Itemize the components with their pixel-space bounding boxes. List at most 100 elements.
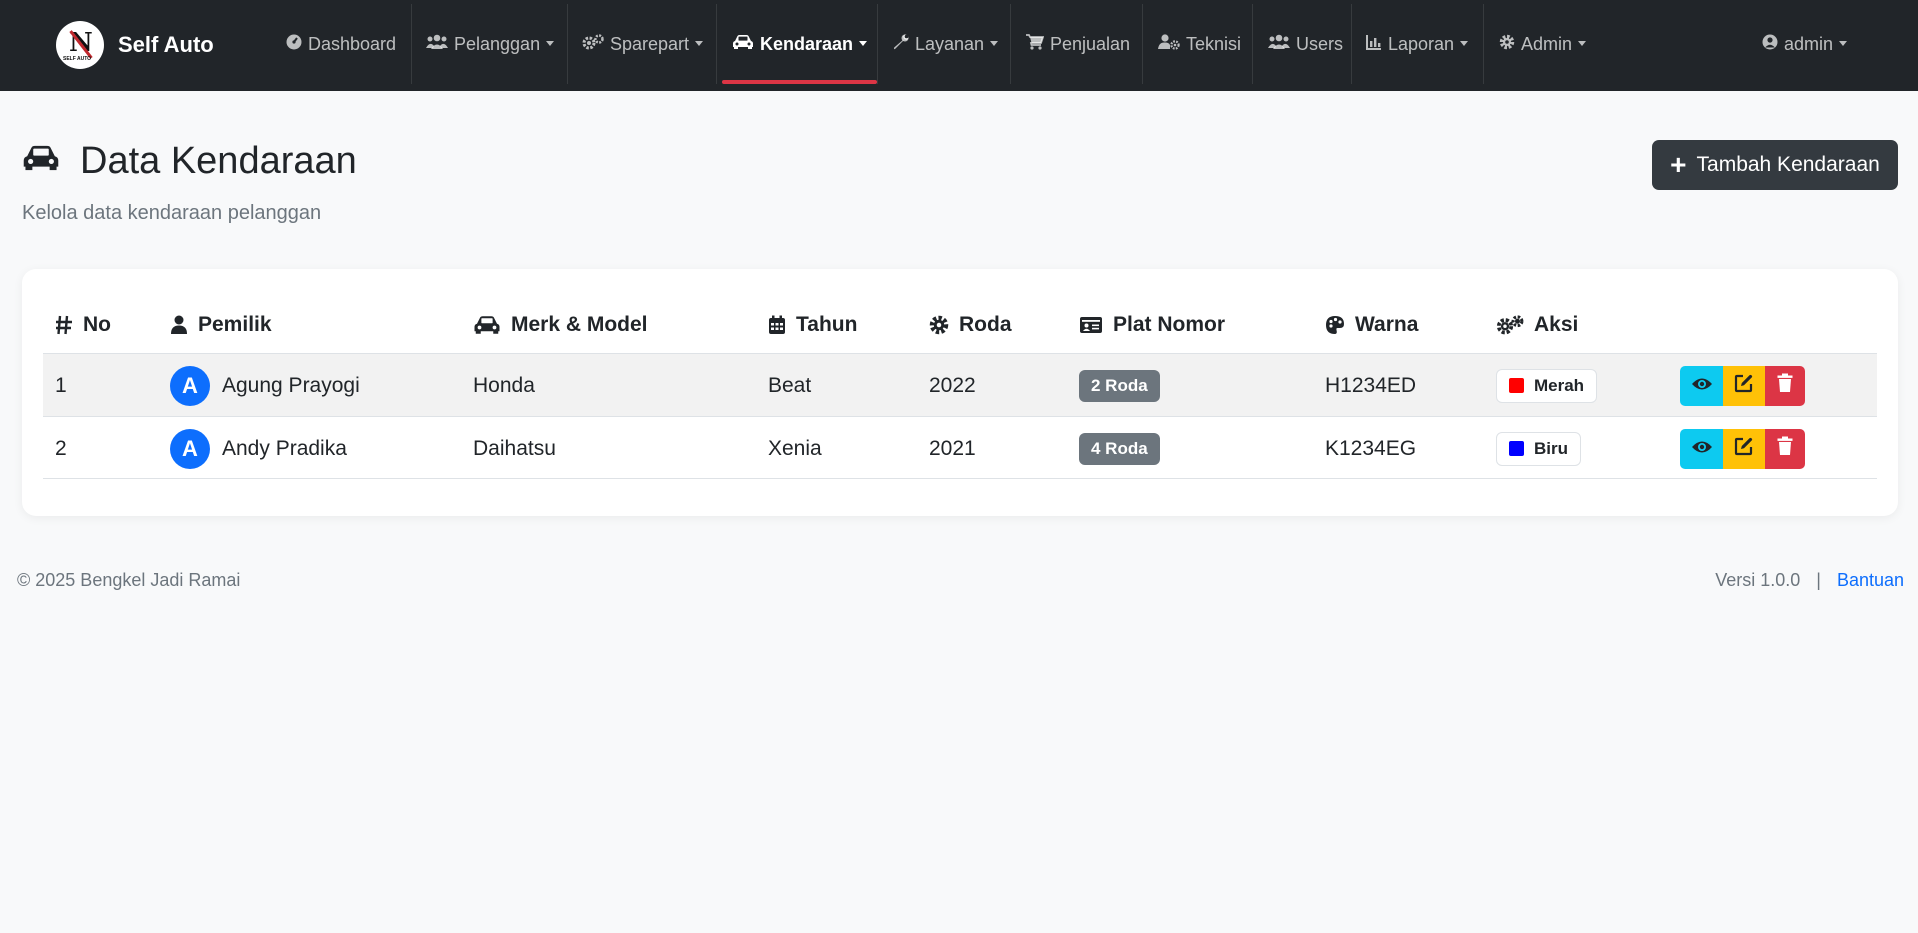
- tachometer-icon: [286, 34, 302, 55]
- wheels-badge: 4 Roda: [1079, 432, 1160, 465]
- brand[interactable]: N SELF AUTO Self Auto: [56, 21, 214, 69]
- nav-kendaraan-label: Kendaraan: [760, 33, 854, 54]
- column-header-warna[interactable]: Warna: [1325, 297, 1418, 353]
- column-header-merk-label: Merk & Model: [511, 313, 648, 336]
- eye-icon: [1691, 437, 1713, 461]
- chevron-down-icon: [1460, 40, 1469, 46]
- nav-user-menu[interactable]: admin: [1762, 4, 1848, 84]
- nav-teknisi[interactable]: Teknisi: [1158, 4, 1241, 84]
- hashtag-icon: [55, 315, 73, 335]
- wheels-cell: 4 Roda: [1079, 417, 1160, 480]
- footer-version: Versi 1.0.0: [1715, 570, 1801, 590]
- nav-penjualan[interactable]: Penjualan: [1026, 4, 1130, 84]
- nav-divider: [716, 4, 717, 84]
- edit-button[interactable]: [1723, 365, 1765, 406]
- color-badge: Merah: [1496, 368, 1598, 403]
- nav-laporan[interactable]: Laporan: [1366, 4, 1469, 84]
- column-header-plat[interactable]: Plat Nomor: [1079, 297, 1225, 353]
- column-header-pemilik[interactable]: Pemilik: [170, 297, 272, 353]
- nav-admin[interactable]: Admin: [1499, 4, 1587, 84]
- chevron-down-icon: [990, 40, 999, 46]
- top-navbar: N SELF AUTO Self Auto Dashboard Pelangga…: [0, 0, 1918, 91]
- page-title-text: Data Kendaraan: [80, 140, 357, 182]
- nav-user-label: admin: [1784, 33, 1834, 54]
- chevron-down-icon: [695, 40, 704, 46]
- table-row: 1 A Agung Prayogi Honda Beat 2022 2 Roda…: [43, 353, 1877, 416]
- add-vehicle-button[interactable]: + Tambah Kendaraan: [1652, 140, 1898, 190]
- chevron-down-icon: [1839, 40, 1848, 46]
- plate-cell: K1234EG: [1325, 436, 1417, 460]
- user-cog-icon: [1158, 33, 1180, 55]
- gear-icon: [929, 315, 949, 335]
- column-header-aksi[interactable]: Aksi: [1496, 297, 1578, 353]
- column-header-merk[interactable]: Merk & Model: [473, 297, 648, 353]
- nav-pelanggan[interactable]: Pelanggan: [426, 4, 555, 84]
- nav-pelanggan-label: Pelanggan: [454, 33, 541, 54]
- nav-layanan-label: Layanan: [915, 33, 985, 54]
- nav-divider: [567, 4, 568, 84]
- owner-name: Andy Pradika: [222, 436, 347, 460]
- plus-icon: +: [1670, 149, 1687, 180]
- actions-cell: [1680, 417, 1805, 480]
- column-header-no[interactable]: No: [55, 297, 111, 353]
- help-link[interactable]: Bantuan: [1837, 570, 1904, 590]
- car-icon: [473, 315, 501, 335]
- column-header-plat-label: Plat Nomor: [1113, 313, 1226, 336]
- page-subtitle: Kelola data kendaraan pelanggan: [22, 202, 322, 224]
- id-card-icon: [1079, 315, 1103, 335]
- column-header-no-label: No: [83, 313, 111, 336]
- color-cell: Merah: [1496, 354, 1598, 417]
- nav-sparepart[interactable]: Sparepart: [582, 4, 704, 84]
- nav-layanan[interactable]: Layanan: [893, 4, 999, 84]
- trash-icon: [1777, 373, 1793, 399]
- car-icon: [22, 140, 60, 183]
- footer-copyright: © 2025 Bengkel Jadi Ramai: [17, 570, 241, 590]
- shopping-cart-icon: [1026, 33, 1045, 55]
- color-swatch: [1509, 441, 1524, 456]
- nav-dashboard-label: Dashboard: [308, 33, 397, 54]
- year-cell: 2021: [929, 436, 976, 460]
- calendar-icon: [768, 315, 786, 335]
- cogs-icon: [1496, 315, 1524, 335]
- nav-kendaraan[interactable]: Kendaraan: [722, 4, 877, 84]
- wrench-icon: [893, 34, 909, 55]
- year-cell: 2022: [929, 373, 976, 397]
- brand-logo: N SELF AUTO: [56, 21, 104, 69]
- delete-button[interactable]: [1765, 365, 1805, 406]
- footer-meta: Versi 1.0.0 | Bantuan: [1715, 570, 1904, 591]
- avatar: A: [170, 428, 210, 469]
- trash-icon: [1777, 436, 1793, 462]
- nav-penjualan-label: Penjualan: [1050, 33, 1131, 54]
- users-icon: [426, 34, 448, 55]
- car-icon: [732, 34, 754, 55]
- column-header-tahun[interactable]: Tahun: [768, 297, 857, 353]
- owner-cell: A Agung Prayogi: [170, 354, 360, 417]
- edit-icon: [1734, 373, 1754, 399]
- column-header-aksi-label: Aksi: [1534, 313, 1579, 336]
- edit-button[interactable]: [1723, 428, 1765, 469]
- nav-divider: [1483, 4, 1484, 84]
- row-number: 2: [55, 436, 67, 460]
- owner-name: Agung Prayogi: [222, 373, 360, 397]
- model-cell: Beat: [768, 373, 812, 397]
- table-row: 2 A Andy Pradika Daihatsu Xenia 2021 4 R…: [43, 416, 1877, 479]
- nav-admin-label: Admin: [1521, 33, 1573, 54]
- chevron-down-icon: [1578, 40, 1587, 46]
- footer-separator: |: [1816, 570, 1821, 590]
- brand-cell: Daihatsu: [473, 436, 556, 460]
- view-button[interactable]: [1680, 428, 1723, 469]
- vehicle-table-card: No Pemilik Merk & Model Tahun Roda Plat …: [22, 269, 1898, 516]
- table-header: No Pemilik Merk & Model Tahun Roda Plat …: [43, 297, 1877, 353]
- cogs-icon: [582, 33, 604, 55]
- column-header-roda-label: Roda: [959, 313, 1012, 336]
- column-header-roda[interactable]: Roda: [929, 297, 1012, 353]
- nav-divider: [1142, 4, 1143, 84]
- column-header-tahun-label: Tahun: [796, 313, 858, 336]
- nav-dashboard[interactable]: Dashboard: [286, 4, 396, 84]
- delete-button[interactable]: [1765, 428, 1805, 469]
- nav-divider: [411, 4, 412, 84]
- nav-divider: [1252, 4, 1253, 84]
- view-button[interactable]: [1680, 365, 1723, 406]
- nav-users[interactable]: Users: [1268, 4, 1343, 84]
- chart-line-icon: [1366, 34, 1382, 55]
